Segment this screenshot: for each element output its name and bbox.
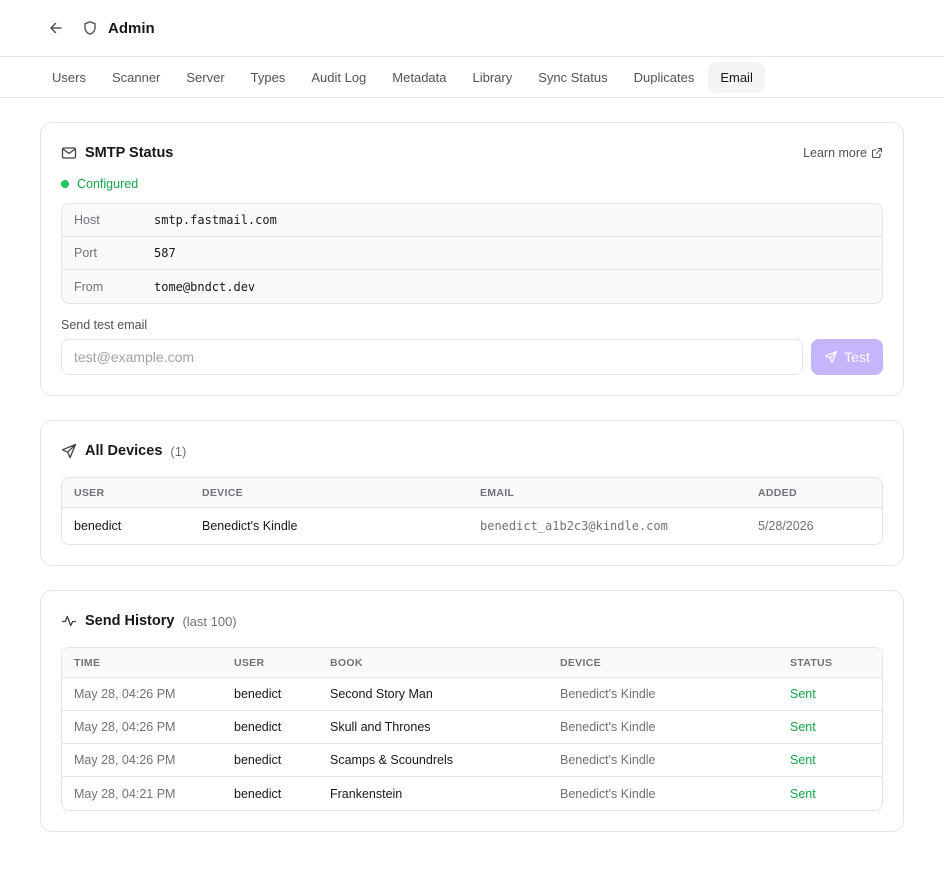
external-link-icon[interactable] — [871, 147, 883, 159]
smtp-status: Configured — [61, 177, 883, 191]
history-card-title: Send History — [85, 613, 175, 629]
tab-metadata[interactable]: Metadata — [380, 62, 458, 93]
device-name: Benedict's Kindle — [202, 519, 298, 533]
activity-icon — [61, 615, 77, 627]
smtp-card-header: SMTP Status Learn more — [61, 143, 883, 163]
history-time: May 28, 04:26 PM — [74, 687, 176, 701]
back-button[interactable] — [46, 18, 66, 38]
device-user: benedict — [74, 519, 122, 533]
admin-tabs: Users Scanner Server Types Audit Log Met… — [0, 57, 944, 98]
all-devices-card: All Devices (1) User Device Email Added … — [40, 420, 904, 566]
table-row: benedict Benedict's Kindle benedict_a1b2… — [62, 508, 882, 544]
history-time: May 28, 04:21 PM — [74, 786, 176, 801]
status-badge: Sent — [790, 720, 816, 734]
learn-more-label[interactable]: Learn more — [803, 146, 867, 160]
history-time: May 28, 04:26 PM — [74, 753, 176, 767]
tab-email[interactable]: Email — [708, 61, 765, 93]
col-device: Device — [560, 656, 601, 669]
tab-sync-status[interactable]: Sync Status — [526, 62, 619, 93]
history-time: May 28, 04:26 PM — [74, 720, 176, 734]
col-user: User — [234, 656, 265, 669]
send-test-label[interactable]: Test — [844, 349, 870, 365]
history-book: Skull and Thrones — [330, 720, 431, 734]
smtp-host-row: Host smtp.fastmail.com — [62, 204, 882, 237]
tab-audit-log[interactable]: Audit Log — [299, 62, 378, 93]
history-table-header: Time User Book Device Status — [62, 648, 882, 678]
history-device: Benedict's Kindle — [560, 687, 656, 701]
smtp-config-table: Host smtp.fastmail.com Port 587 From tom… — [61, 203, 883, 304]
top-bar: Admin — [0, 0, 944, 57]
col-time: Time — [74, 656, 101, 669]
history-user: benedict — [234, 720, 282, 734]
history-book: Second Story Man — [330, 687, 433, 701]
col-device: Device — [202, 486, 243, 499]
status-badge: Sent — [790, 687, 816, 701]
device-added: 5/28/2026 — [758, 519, 814, 533]
status-badge: Sent — [790, 786, 816, 801]
col-user: User — [74, 486, 105, 499]
test-email-label: Send test email — [61, 318, 148, 332]
test-email-row: Test — [61, 339, 883, 375]
tab-users[interactable]: Users — [40, 62, 98, 93]
mail-icon — [61, 147, 77, 159]
tab-scanner[interactable]: Scanner — [100, 62, 172, 93]
test-email-input[interactable] — [61, 339, 803, 375]
table-row: May 28, 04:26 PM benedict Second Story M… — [62, 678, 882, 711]
from-label: From — [74, 279, 104, 294]
port-label: Port — [74, 246, 97, 260]
history-table: Time User Book Device Status May 28, 04:… — [61, 647, 883, 811]
smtp-status-card: SMTP Status Learn more Configured Host s… — [40, 122, 904, 396]
devices-card-header: All Devices (1) — [61, 441, 883, 461]
devices-count: (1) — [170, 443, 187, 459]
table-row: May 28, 04:21 PM benedict Frankenstein B… — [62, 777, 882, 810]
history-device: Benedict's Kindle — [560, 753, 656, 767]
tab-server[interactable]: Server — [174, 62, 236, 93]
tab-duplicates[interactable]: Duplicates — [622, 62, 707, 93]
send-icon[interactable] — [824, 350, 838, 364]
history-book: Scamps & Scoundrels — [330, 753, 453, 767]
page-title: Admin — [108, 19, 155, 37]
tab-library[interactable]: Library — [461, 62, 525, 93]
devices-card-title: All Devices — [85, 443, 163, 459]
send-icon — [61, 443, 77, 459]
history-subtitle: (last 100) — [182, 613, 237, 629]
learn-more-link[interactable]: Learn more — [803, 146, 883, 160]
smtp-from-row: From tome@bndct.dev — [62, 270, 882, 303]
port-value: 587 — [154, 246, 176, 260]
smtp-card-title: SMTP Status — [85, 145, 174, 161]
history-user: benedict — [234, 753, 282, 767]
history-card-header: Send History (last 100) — [61, 611, 883, 631]
send-history-card: Send History (last 100) Time User Book D… — [40, 590, 904, 832]
shield-icon — [82, 20, 98, 36]
col-book: Book — [330, 656, 363, 669]
col-added: Added — [758, 486, 797, 499]
status-text: Configured — [77, 177, 139, 191]
status-badge: Sent — [790, 753, 816, 767]
table-row: May 28, 04:26 PM benedict Skull and Thro… — [62, 711, 882, 744]
from-value: tome@bndct.dev — [154, 279, 256, 294]
status-dot — [61, 180, 69, 188]
col-email: Email — [480, 486, 515, 499]
history-user: benedict — [234, 786, 282, 801]
send-test-button[interactable]: Test — [811, 339, 883, 375]
history-device: Benedict's Kindle — [560, 720, 656, 734]
host-label: Host — [74, 213, 100, 227]
tab-types[interactable]: Types — [239, 62, 298, 93]
table-row: May 28, 04:26 PM benedict Scamps & Scoun… — [62, 744, 882, 777]
host-value: smtp.fastmail.com — [154, 213, 277, 227]
smtp-port-row: Port 587 — [62, 237, 882, 270]
history-book: Frankenstein — [330, 786, 403, 801]
history-user: benedict — [234, 687, 282, 701]
col-status: Status — [790, 656, 833, 669]
arrow-left-icon[interactable] — [48, 20, 64, 36]
device-email: benedict_a1b2c3@kindle.com — [480, 519, 668, 533]
devices-table: User Device Email Added benedict Benedic… — [61, 477, 883, 545]
devices-table-header: User Device Email Added — [62, 478, 882, 508]
history-device: Benedict's Kindle — [560, 786, 656, 801]
